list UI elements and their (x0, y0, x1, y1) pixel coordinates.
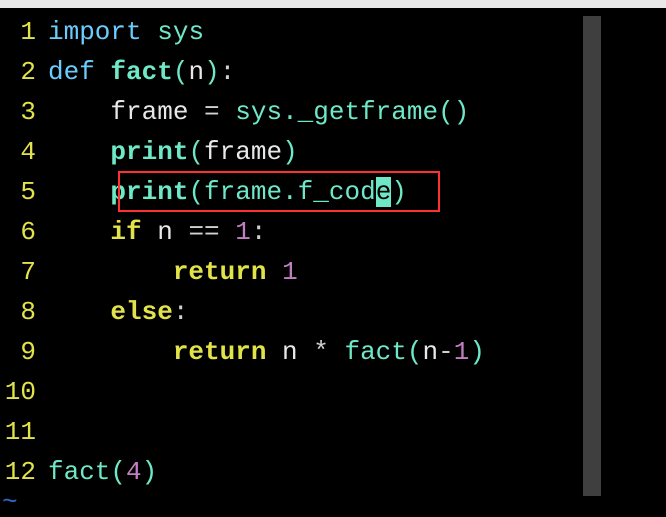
line-number: 11 (0, 412, 48, 452)
token: ) (204, 57, 220, 87)
token: ) (142, 457, 158, 487)
token: fact (110, 57, 172, 87)
code-content: print(frame) (48, 132, 666, 172)
token: ( (110, 457, 126, 487)
token: 4 (126, 457, 142, 487)
token: frame.f_cod (204, 177, 376, 207)
token: 1 (454, 337, 470, 367)
code-lines: 1import sys2def fact(n):3 frame = sys._g… (0, 12, 666, 492)
token: sys (157, 17, 204, 47)
token: print (110, 137, 188, 167)
token: n (188, 57, 204, 87)
token: if (110, 217, 141, 247)
token: e (376, 177, 392, 207)
token (142, 17, 158, 47)
code-line[interactable]: 3 frame = sys._getframe() (0, 92, 666, 132)
line-number: 3 (0, 92, 48, 132)
token: sys._getframe (220, 97, 438, 127)
empty-line-tilde: ~ (0, 492, 666, 512)
line-number: 5 (0, 172, 48, 212)
code-content: if n == 1: (48, 212, 666, 252)
line-number: 1 (0, 12, 48, 52)
code-line[interactable]: 8 else: (0, 292, 666, 332)
code-line[interactable]: 10 (0, 372, 666, 412)
code-content: return 1 (48, 252, 666, 292)
token: ( (188, 177, 204, 207)
token (48, 97, 110, 127)
line-number: 4 (0, 132, 48, 172)
line-number: 9 (0, 332, 48, 372)
token: fact (48, 457, 110, 487)
code-content: frame = sys._getframe() (48, 92, 666, 132)
token: = (204, 97, 220, 127)
token (48, 297, 110, 327)
token: frame (110, 97, 204, 127)
line-number: 7 (0, 252, 48, 292)
token: n (423, 337, 439, 367)
token (48, 177, 110, 207)
token: n (266, 337, 313, 367)
token (95, 57, 111, 87)
code-line[interactable]: 12fact(4) (0, 452, 666, 492)
token: fact (329, 337, 407, 367)
token (48, 337, 173, 367)
token: == (188, 217, 219, 247)
line-number: 8 (0, 292, 48, 332)
code-content (48, 412, 666, 452)
token: ( (407, 337, 423, 367)
token: * (313, 337, 329, 367)
token: else (110, 297, 172, 327)
token: ( (173, 57, 189, 87)
token: return (173, 337, 267, 367)
token: print (110, 177, 188, 207)
code-content: print(frame.f_code) (48, 172, 666, 212)
token: : (173, 297, 189, 327)
token: ) (282, 137, 298, 167)
code-line[interactable]: 7 return 1 (0, 252, 666, 292)
token (48, 217, 110, 247)
code-content: import sys (48, 12, 666, 52)
token: ( (188, 137, 204, 167)
token: - (438, 337, 454, 367)
token (48, 137, 110, 167)
token: 1 (235, 217, 251, 247)
code-content (48, 372, 666, 412)
code-line[interactable]: 11 (0, 412, 666, 452)
code-content: else: (48, 292, 666, 332)
token (220, 217, 236, 247)
token: ) (391, 177, 407, 207)
token: def (48, 57, 95, 87)
line-number: 12 (0, 452, 48, 492)
token: : (220, 57, 236, 87)
code-content: fact(4) (48, 452, 666, 492)
token: frame (204, 137, 282, 167)
token: return (173, 257, 267, 287)
token: n (142, 217, 189, 247)
code-editor[interactable]: 1import sys2def fact(n):3 frame = sys._g… (0, 8, 666, 512)
window-title-bar (0, 0, 666, 8)
line-number: 2 (0, 52, 48, 92)
code-line[interactable]: 6 if n == 1: (0, 212, 666, 252)
token: import (48, 17, 142, 47)
token: : (251, 217, 267, 247)
token (266, 257, 282, 287)
token (48, 257, 173, 287)
code-line[interactable]: 1import sys (0, 12, 666, 52)
token: () (438, 97, 469, 127)
code-line[interactable]: 9 return n * fact(n-1) (0, 332, 666, 372)
code-content: return n * fact(n-1) (48, 332, 666, 372)
token: ) (469, 337, 485, 367)
code-line[interactable]: 5 print(frame.f_code) (0, 172, 666, 212)
line-number: 6 (0, 212, 48, 252)
line-number: 10 (0, 372, 48, 412)
code-content: def fact(n): (48, 52, 666, 92)
code-line[interactable]: 4 print(frame) (0, 132, 666, 172)
token: 1 (282, 257, 298, 287)
code-line[interactable]: 2def fact(n): (0, 52, 666, 92)
